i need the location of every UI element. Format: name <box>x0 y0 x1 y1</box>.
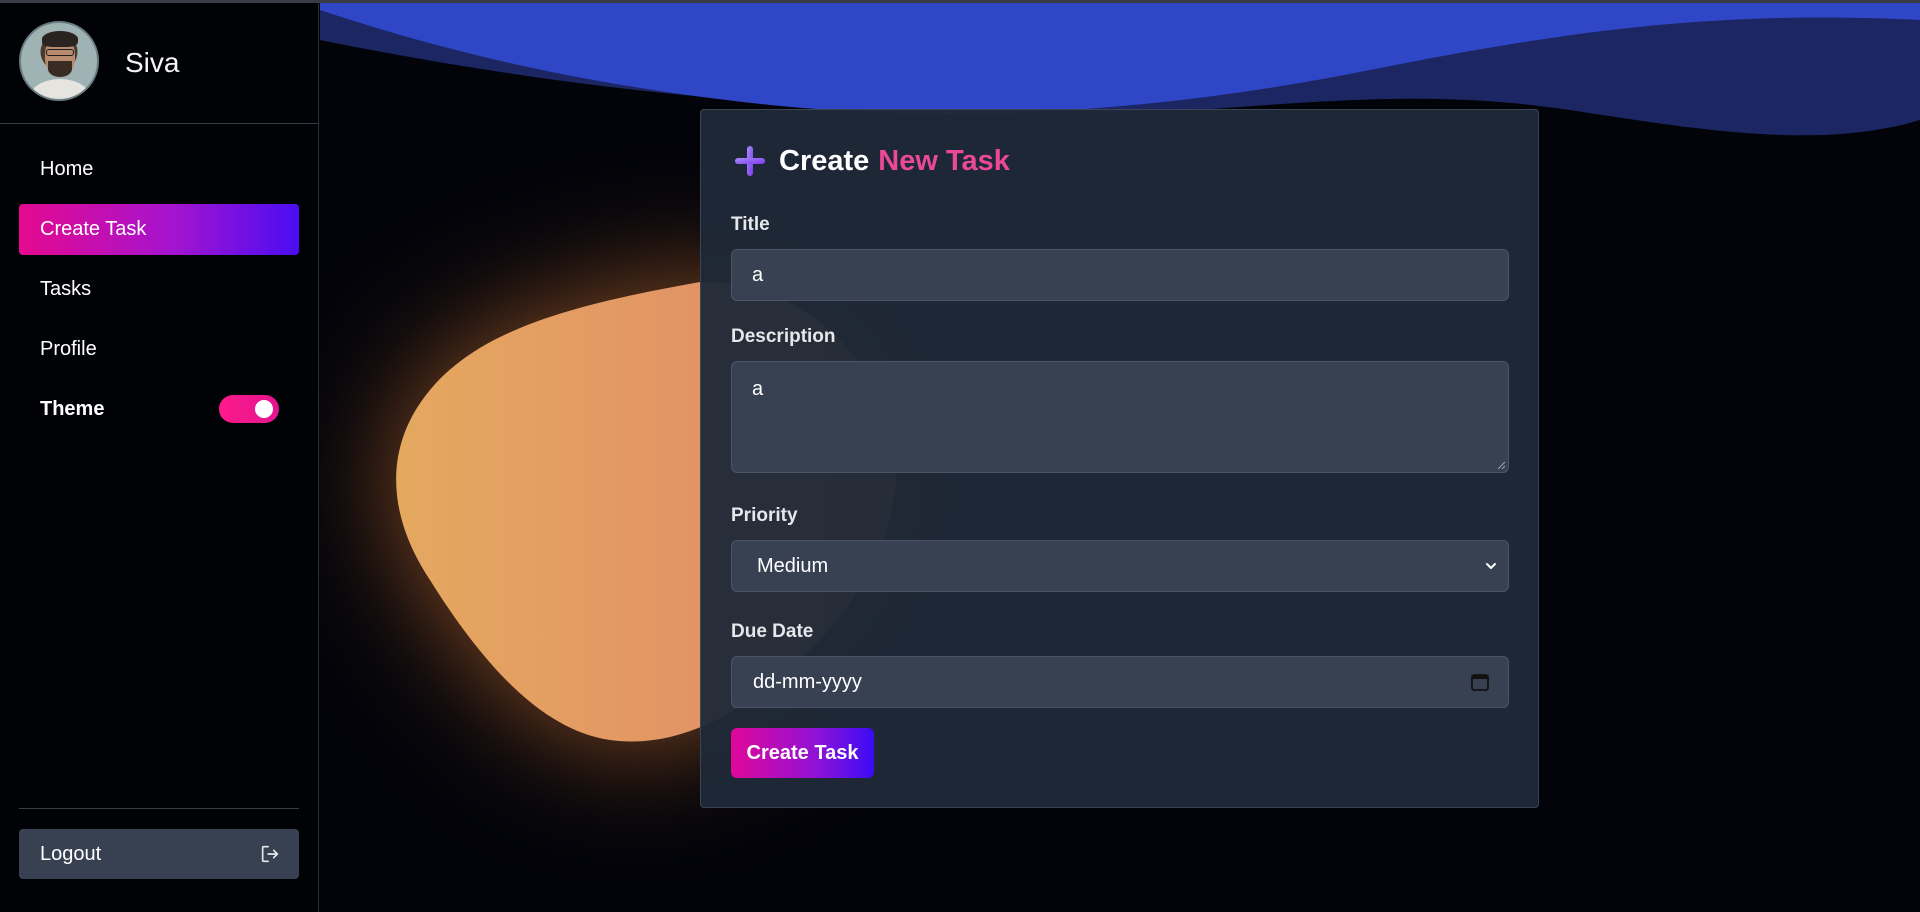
theme-label: Theme <box>40 397 105 420</box>
priority-select[interactable]: Medium <box>731 540 1509 592</box>
plus-icon <box>735 146 765 176</box>
toggle-knob <box>255 400 273 418</box>
sidebar-divider <box>19 808 299 809</box>
user-name: Siva <box>125 47 180 78</box>
sidebar-item-create-task[interactable]: Create Task <box>19 204 299 255</box>
sidebar-item-home[interactable]: Home <box>19 144 299 195</box>
title-part-new-task: New Task <box>878 144 1010 177</box>
due-date-placeholder: dd-mm-yyyy <box>753 671 862 693</box>
create-task-card: Create New Task Title a Description a Pr… <box>700 109 1539 808</box>
description-label: Description <box>731 326 836 347</box>
sidebar: Siva Home Create Task Tasks Profile Them… <box>0 0 319 912</box>
resize-handle-icon[interactable] <box>1497 461 1505 469</box>
page-title: Create New Task <box>733 144 1010 178</box>
logout-label: Logout <box>40 842 102 865</box>
sidebar-item-label: Home <box>40 158 94 180</box>
logout-button[interactable]: Logout <box>19 829 299 879</box>
priority-label: Priority <box>731 505 798 526</box>
due-date-input[interactable]: dd-mm-yyyy <box>731 656 1509 708</box>
avatar[interactable] <box>19 21 99 101</box>
window-top-border <box>0 0 1920 3</box>
title-input[interactable]: a <box>731 249 1509 301</box>
sidebar-item-tasks[interactable]: Tasks <box>19 264 299 315</box>
sidebar-item-label: Create Task <box>40 218 147 240</box>
description-textarea[interactable]: a <box>731 361 1509 473</box>
logout-icon <box>261 845 279 863</box>
create-task-button[interactable]: Create Task <box>731 728 874 778</box>
theme-row: Theme <box>19 385 299 433</box>
title-part-create: Create <box>779 144 870 177</box>
theme-toggle[interactable] <box>219 395 279 423</box>
chevron-down-icon <box>1486 563 1496 569</box>
user-header: Siva <box>0 0 318 124</box>
due-date-label: Due Date <box>731 621 814 642</box>
calendar-icon[interactable] <box>1470 672 1490 692</box>
description-value: a <box>752 378 764 400</box>
sidebar-item-label: Tasks <box>40 278 92 300</box>
priority-selected-value: Medium <box>757 555 829 577</box>
sidebar-item-profile[interactable]: Profile <box>19 324 299 375</box>
sidebar-item-label: Profile <box>40 338 97 360</box>
title-label: Title <box>731 214 770 235</box>
